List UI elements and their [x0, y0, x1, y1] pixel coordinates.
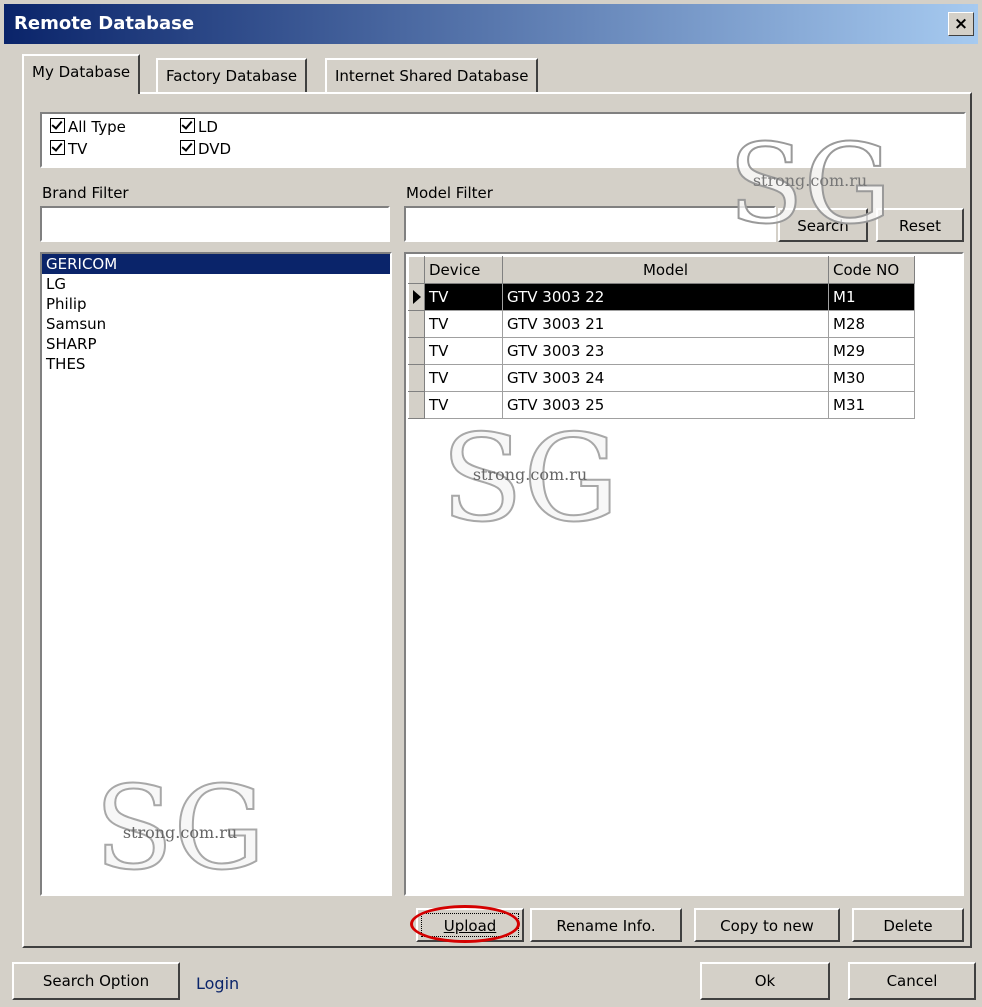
close-icon: ×	[953, 14, 969, 34]
brand-item[interactable]: Philip	[42, 294, 390, 314]
checkbox-checked-icon[interactable]	[50, 118, 65, 133]
table-header-row: Device Model Code NO	[408, 256, 915, 284]
model-filter-input[interactable]	[404, 206, 776, 242]
column-header-device[interactable]: Device	[424, 256, 503, 284]
table-row[interactable]: TV GTV 3003 25 M31	[408, 391, 915, 419]
ok-button[interactable]: Ok	[700, 962, 830, 1000]
title-bar[interactable]: Remote Database ×	[4, 4, 978, 44]
model-table: Device Model Code NO TV GTV 3003 22 M1 T…	[408, 256, 915, 419]
cancel-button[interactable]: Cancel	[848, 962, 976, 1000]
cell-code[interactable]: M29	[828, 337, 915, 365]
current-row-arrow-icon	[413, 290, 421, 304]
search-button[interactable]: Search	[778, 208, 868, 242]
row-indicator	[408, 283, 425, 311]
tab-factory-database[interactable]: Factory Database	[156, 58, 308, 92]
cell-code[interactable]: M31	[828, 391, 915, 419]
cell-model[interactable]: GTV 3003 23	[502, 337, 829, 365]
checkbox-checked-icon[interactable]	[50, 140, 65, 155]
column-header-code[interactable]: Code NO	[828, 256, 915, 284]
cell-device[interactable]: TV	[424, 283, 503, 311]
remote-database-dialog: Remote Database × My Database Factory Da…	[0, 0, 982, 1007]
search-option-button[interactable]: Search Option	[12, 962, 180, 1000]
brand-item[interactable]: LG	[42, 274, 390, 294]
checkbox-all-type[interactable]: All Type	[50, 118, 126, 136]
brand-list[interactable]: GERICOM LG Philip Samsun SHARP THES	[40, 252, 392, 896]
table-row[interactable]: TV GTV 3003 22 M1	[408, 283, 915, 311]
cell-code[interactable]: M1	[828, 283, 915, 311]
brand-item[interactable]: GERICOM	[42, 254, 390, 274]
row-indicator	[408, 310, 425, 338]
row-indicator	[408, 364, 425, 392]
model-filter-label: Model Filter	[406, 184, 493, 202]
cell-model[interactable]: GTV 3003 25	[502, 391, 829, 419]
tab-my-database[interactable]: My Database	[22, 54, 141, 94]
brand-item[interactable]: THES	[42, 354, 390, 374]
cell-model[interactable]: GTV 3003 24	[502, 364, 829, 392]
close-button[interactable]: ×	[948, 12, 974, 36]
delete-button[interactable]: Delete	[852, 908, 964, 942]
checkbox-tv[interactable]: TV	[50, 140, 87, 158]
brand-item[interactable]: Samsun	[42, 314, 390, 334]
window-title: Remote Database	[14, 13, 195, 34]
rename-info-button[interactable]: Rename Info.	[530, 908, 682, 942]
tab-internet-shared-database[interactable]: Internet Shared Database	[325, 58, 539, 92]
cell-model[interactable]: GTV 3003 21	[502, 310, 829, 338]
row-indicator-header	[408, 256, 425, 284]
copy-to-new-button[interactable]: Copy to new	[694, 908, 840, 942]
checkbox-dvd[interactable]: DVD	[180, 140, 231, 158]
row-indicator	[408, 337, 425, 365]
column-header-model[interactable]: Model	[502, 256, 829, 284]
reset-button[interactable]: Reset	[876, 208, 964, 242]
checkbox-ld[interactable]: LD	[180, 118, 218, 136]
table-row[interactable]: TV GTV 3003 24 M30	[408, 364, 915, 392]
login-link[interactable]: Login	[196, 974, 239, 993]
device-type-filter	[40, 112, 966, 168]
cell-code[interactable]: M30	[828, 364, 915, 392]
table-row[interactable]: TV GTV 3003 21 M28	[408, 310, 915, 338]
upload-button[interactable]: Upload	[416, 908, 524, 942]
model-grid[interactable]: Device Model Code NO TV GTV 3003 22 M1 T…	[404, 252, 964, 896]
cell-device[interactable]: TV	[424, 310, 503, 338]
brand-filter-label: Brand Filter	[42, 184, 129, 202]
cell-device[interactable]: TV	[424, 364, 503, 392]
cell-code[interactable]: M28	[828, 310, 915, 338]
brand-item[interactable]: SHARP	[42, 334, 390, 354]
table-row[interactable]: TV GTV 3003 23 M29	[408, 337, 915, 365]
checkbox-checked-icon[interactable]	[180, 140, 195, 155]
row-indicator	[408, 391, 425, 419]
cell-model[interactable]: GTV 3003 22	[502, 283, 829, 311]
checkbox-checked-icon[interactable]	[180, 118, 195, 133]
cell-device[interactable]: TV	[424, 337, 503, 365]
brand-filter-input[interactable]	[40, 206, 390, 242]
cell-device[interactable]: TV	[424, 391, 503, 419]
